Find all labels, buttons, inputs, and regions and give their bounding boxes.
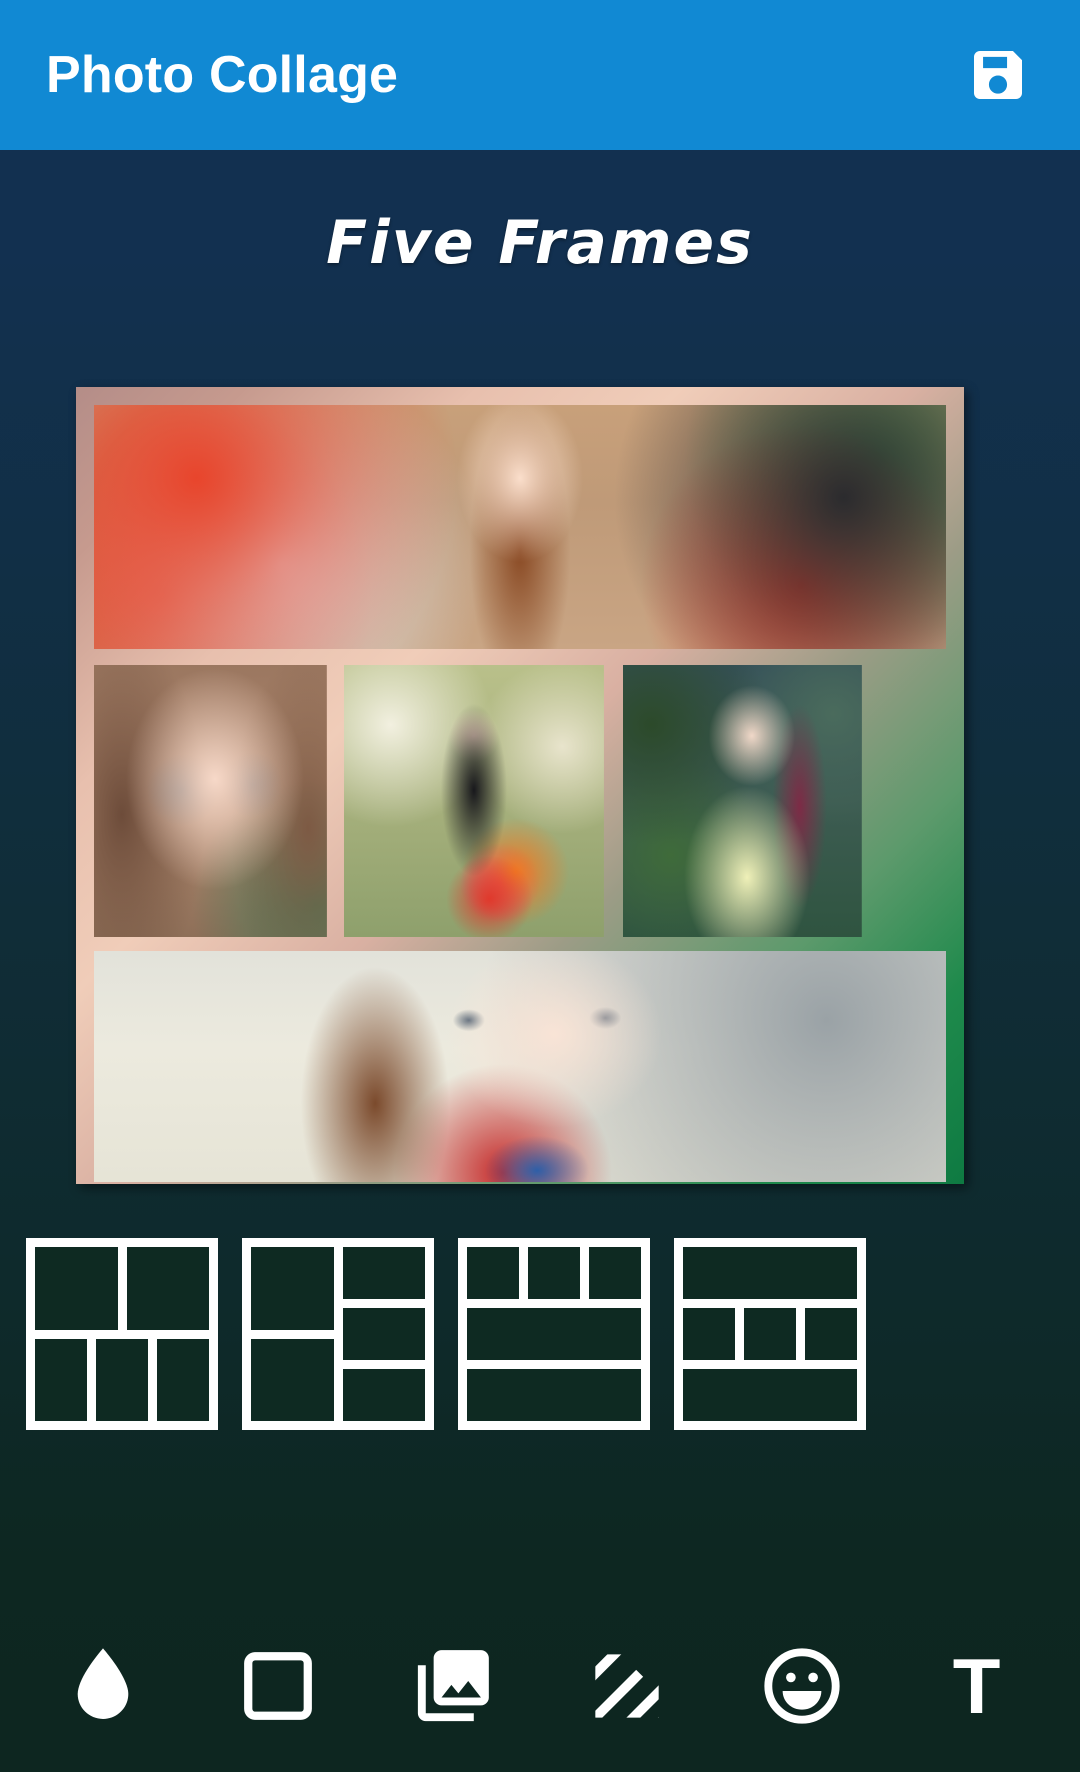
tool-filter[interactable] xyxy=(38,1621,168,1751)
thumb-cell xyxy=(126,1247,209,1330)
tool-sticker[interactable] xyxy=(737,1621,867,1751)
thumb-cell xyxy=(744,1308,796,1360)
thumb-row xyxy=(683,1247,857,1299)
thumb-cell xyxy=(589,1247,641,1299)
thumb-cell xyxy=(683,1247,857,1299)
thumb-cell xyxy=(683,1369,857,1421)
save-floppy-icon xyxy=(966,43,1030,107)
collage-cell-top[interactable] xyxy=(94,405,946,649)
layout-thumb-1[interactable] xyxy=(26,1238,218,1430)
thumb-cell xyxy=(528,1247,580,1299)
thumb-cell xyxy=(35,1338,87,1421)
layout-thumb-2[interactable] xyxy=(242,1238,434,1430)
collage-cell-middle-right[interactable] xyxy=(623,665,862,937)
thumb-cell xyxy=(96,1338,148,1421)
thumb-cell xyxy=(467,1308,641,1360)
save-button[interactable] xyxy=(952,29,1044,121)
thumb-cell xyxy=(467,1369,641,1421)
layout-thumbnail-strip[interactable] xyxy=(0,1228,1080,1440)
tool-gallery[interactable] xyxy=(388,1621,518,1751)
action-bar: Photo Collage xyxy=(0,0,1080,150)
thumb-cell xyxy=(251,1247,334,1330)
smiley-face-icon xyxy=(759,1643,845,1729)
frame-title: Five Frames xyxy=(326,208,754,278)
thumb-cell xyxy=(157,1338,209,1421)
layout-thumb-4[interactable] xyxy=(674,1238,866,1430)
thumb-cell xyxy=(683,1308,735,1360)
layout-thumb-3[interactable] xyxy=(458,1238,650,1430)
text-t-icon: T xyxy=(952,1642,1001,1730)
thumb-cell xyxy=(35,1247,118,1330)
thumb-col-right xyxy=(342,1247,425,1421)
photo-collage-screen: Photo Collage Five Frames T xyxy=(0,0,1080,1772)
thumb-row xyxy=(467,1308,641,1360)
thumb-row xyxy=(251,1247,425,1421)
photo-library-icon xyxy=(410,1643,496,1729)
thumb-row xyxy=(467,1369,641,1421)
thumb-row xyxy=(35,1247,209,1330)
tool-text[interactable]: T xyxy=(912,1621,1042,1751)
thumb-col-left xyxy=(251,1247,334,1421)
collage-row-middle xyxy=(94,665,946,937)
tool-frame[interactable] xyxy=(213,1621,343,1751)
thumb-row xyxy=(35,1338,209,1421)
thumb-row xyxy=(467,1247,641,1299)
collage-cell-middle-left[interactable] xyxy=(94,665,327,937)
tool-pattern[interactable] xyxy=(562,1621,692,1751)
thumb-row xyxy=(683,1369,857,1421)
thumb-cell xyxy=(342,1369,425,1421)
water-drop-icon xyxy=(57,1640,149,1732)
collage-row-bottom xyxy=(94,951,946,1182)
diagonal-stripes-icon xyxy=(589,1648,665,1724)
collage-cell-middle-center[interactable] xyxy=(344,665,605,937)
thumb-cell xyxy=(342,1247,425,1299)
collage-canvas[interactable] xyxy=(76,387,964,1184)
thumb-row xyxy=(683,1308,857,1360)
page-title: Photo Collage xyxy=(46,46,399,104)
thumb-cell xyxy=(251,1338,334,1421)
bottom-toolbar: T xyxy=(0,1600,1080,1772)
collage-cell-bottom[interactable] xyxy=(94,951,946,1182)
collage-row-top xyxy=(94,405,946,649)
thumb-cell xyxy=(467,1247,519,1299)
square-frame-icon xyxy=(240,1648,316,1724)
thumb-cell xyxy=(342,1308,425,1360)
thumb-cell xyxy=(805,1308,857,1360)
